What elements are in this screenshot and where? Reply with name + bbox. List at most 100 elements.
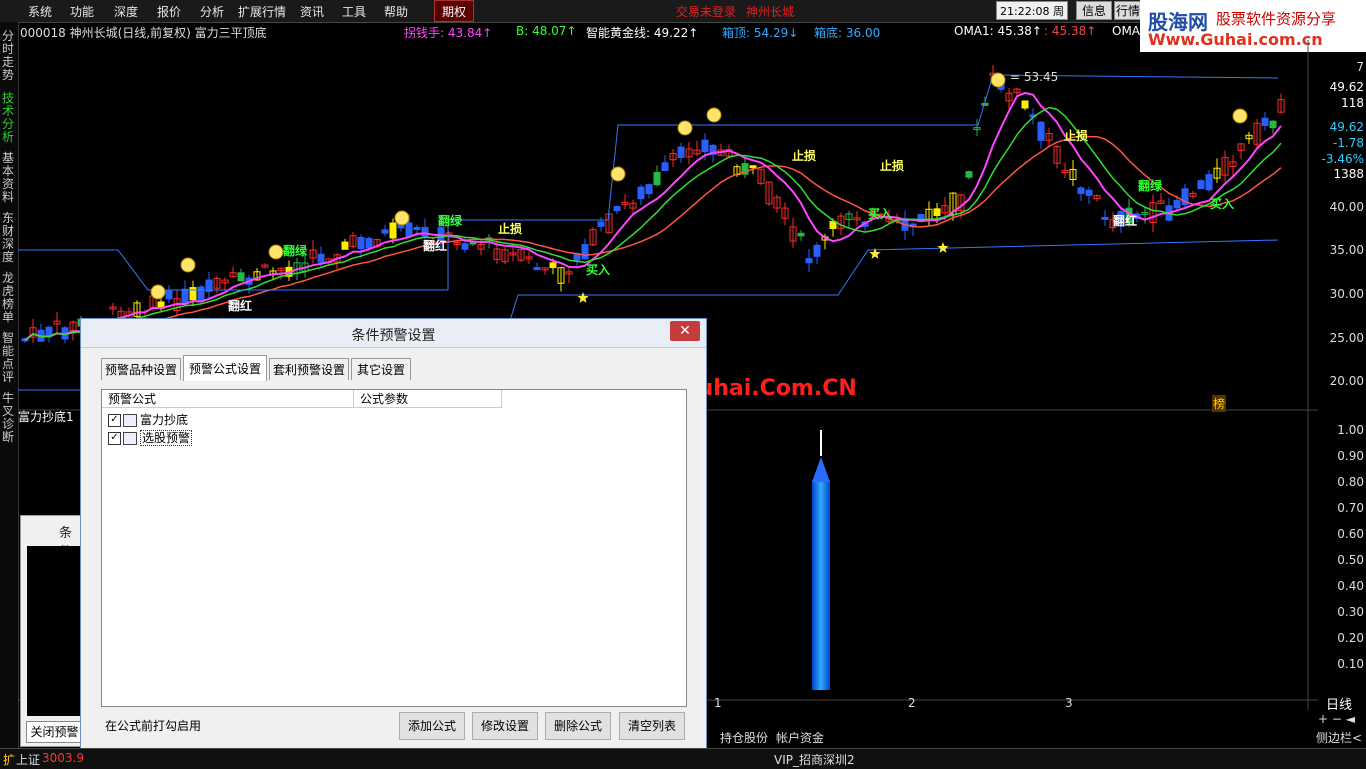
axis-label: 7 [1356,60,1364,74]
clock: 21:22:08 周四 [996,1,1068,37]
bang-label: 榜 [1212,395,1227,412]
expand-label[interactable]: 扩 [3,751,15,768]
indicator-axis-label: 0.50 [1337,553,1364,567]
indicator-axis-label: 0.30 [1337,605,1364,619]
candle-body [381,229,389,234]
menu-item-analysis[interactable]: 分析 [200,3,224,20]
nav-dragon-tiger[interactable]: 龙虎榜单 [2,272,16,324]
current-stock-name: 神州长城 [746,5,795,19]
candle-body [637,186,645,200]
formula-list[interactable]: 预警公式 公式参数 ✓ 富力抄底 ✓ 选股预警 [101,389,687,707]
background-window-content [27,546,83,716]
trade-status[interactable]: 交易未登录 [676,3,736,20]
indicator-bar-arrow [812,457,830,482]
clear-list-button[interactable]: 清空列表 [619,712,685,740]
candle-body [1269,120,1277,129]
nav-depth[interactable]: 东财深度 [2,212,16,264]
candle-body [933,208,941,216]
menu-item-tools[interactable]: 工具 [342,3,366,20]
signal-label: 止损 [498,221,522,236]
candle-body [829,221,837,229]
menu-item-quote[interactable]: 报价 [157,3,181,20]
signal-label: 翻绿 [438,213,463,228]
column-header-params[interactable]: 公式参数 [354,390,502,408]
indicator-b: B: 48.07↑ [516,24,577,38]
indicator-axis-label: 0.10 [1337,657,1364,671]
nav-fundamentals[interactable]: 基本资料 [2,152,16,204]
sidebar-toggle[interactable]: 侧边栏< [1316,729,1362,746]
checkbox[interactable]: ✓ [108,414,121,427]
indicator-axis-label: 0.60 [1337,527,1364,541]
candle-body [613,206,621,212]
star-icon [937,242,949,253]
options-tab[interactable]: 期权 [434,0,474,22]
candle-body [749,165,757,169]
axis-label: -3.46% [1321,152,1364,166]
candle-body [365,237,373,249]
box-top-line [18,74,1279,291]
nav-intraday[interactable]: 分时走势 [2,30,16,82]
tab-arbitrage-settings[interactable]: 套利预警设置 [269,358,349,380]
nav-technical[interactable]: 技术分析 [2,92,16,144]
formula-icon [123,414,137,427]
candle-body [797,232,805,237]
checkbox[interactable]: ✓ [108,432,121,445]
tab-other-settings[interactable]: 其它设置 [351,358,411,380]
candle-body [1261,117,1269,126]
smiley-icon [394,210,410,226]
menu-item-news[interactable]: 资讯 [300,3,324,20]
add-formula-button[interactable]: 添加公式 [399,712,465,740]
zoom-controls[interactable]: + − ◄ [1318,712,1355,726]
modify-settings-button[interactable]: 修改设置 [472,712,538,740]
signal-label: 买入 [1210,197,1234,211]
column-header-formula[interactable]: 预警公式 [102,390,354,408]
list-item[interactable]: ✓ 选股预警 [108,430,193,446]
menu-item-function[interactable]: 功能 [70,3,94,20]
indicator-axis-label: 1.00 [1337,423,1364,437]
indicator-money: 拐钱手: 43.84↑ [404,26,493,40]
info-button[interactable]: 信息 [1076,1,1112,20]
alert-settings-dialog: 条件预警设置 ✕ 预警品种设置 预警公式设置 套利预警设置 其它设置 预警公式 … [80,318,707,768]
golden-line [24,106,1282,341]
candle-body [237,272,245,282]
menu-item-depth[interactable]: 深度 [114,3,138,20]
quote-button[interactable]: 行情 [1114,1,1142,20]
axis-label: 1388 [1333,167,1364,181]
signal-label: 买入 [586,263,610,277]
menu-item-system[interactable]: 系统 [28,3,52,20]
menu-item-extended[interactable]: 扩展行情 [238,3,286,20]
dialog-titlebar[interactable]: 条件预警设置 ✕ [81,319,706,348]
candle-body [413,226,421,230]
signal-label: 止损 [880,158,904,173]
tab-formula-settings[interactable]: 预警公式设置 [183,355,267,381]
smiley-icon [150,284,166,300]
candle-body [1085,189,1093,196]
delete-formula-button[interactable]: 删除公式 [545,712,611,740]
period-label[interactable]: 日线 [1326,694,1352,713]
nav-diagnosis[interactable]: 牛叉诊断 [2,392,16,444]
tab-account-funds[interactable]: 帐户资金 [776,729,824,746]
axis-label: 49.62 [1329,80,1364,94]
list-item[interactable]: ✓ 富力抄底 [108,412,188,428]
indicator-axis-label: 0.90 [1337,449,1364,463]
dialog-close-button[interactable]: ✕ [670,321,700,341]
formula-name: 选股预警 [140,430,193,446]
signal-label: 翻绿 [283,243,308,258]
candle-body [1101,216,1109,220]
nav-smart-review[interactable]: 智能点评 [2,332,16,384]
menu-item-help[interactable]: 帮助 [384,3,408,20]
smiley-icon [706,107,722,123]
candle-body [1197,180,1205,190]
vip-status: VIP_招商深圳2 [774,753,855,767]
tab-holdings[interactable]: 持仓股份 [720,729,768,746]
axis-label: 30.00 [1329,287,1364,301]
signal-label: 止损 [1064,128,1088,143]
candle-body [549,262,557,269]
index-name[interactable]: 上证 [16,751,40,768]
close-alert-button[interactable]: 关闭预警 [26,721,83,743]
candle-body [197,286,205,301]
candle-body [653,171,661,186]
smiley-icon [990,72,1006,88]
tab-instrument-settings[interactable]: 预警品种设置 [101,358,181,380]
indicator-axis-label: 0.40 [1337,579,1364,593]
